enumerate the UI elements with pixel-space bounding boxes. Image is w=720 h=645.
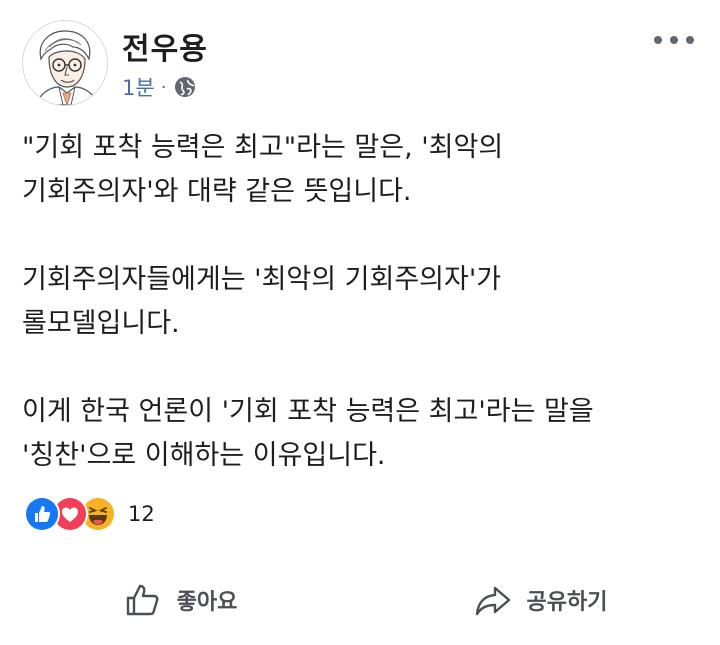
post-meta: 1분 ·	[122, 72, 196, 102]
like-button[interactable]: 좋아요	[0, 570, 360, 630]
more-dot-icon	[670, 36, 678, 44]
divider	[18, 552, 702, 553]
post-body: "기회 포착 능력은 최고"라는 말은, '최악의 기회주의자'와 대략 같은 …	[22, 126, 702, 478]
meta-separator: ·	[160, 76, 167, 98]
like-reaction-icon	[24, 496, 60, 532]
reaction-count: 12	[128, 502, 155, 526]
post-timestamp[interactable]: 1분	[122, 72, 155, 102]
more-dot-icon	[686, 36, 694, 44]
share-button[interactable]: 공유하기	[360, 570, 720, 630]
more-options-button[interactable]	[654, 30, 694, 50]
like-button-label: 좋아요	[176, 590, 238, 615]
post-paragraph: "기회 포착 능력은 최고"라는 말은, '최악의 기회주의자'와 대략 같은 …	[22, 132, 504, 207]
reactions-summary[interactable]: 12	[24, 496, 155, 532]
share-button-label: 공유하기	[526, 590, 608, 615]
share-arrow-icon	[473, 580, 513, 620]
facebook-post: 전우용 1분 · "기회 포착 능력은 최고"라는 말은, '최악의 기회주의자…	[0, 0, 720, 645]
avatar-caricature-icon	[23, 21, 107, 105]
post-paragraph: 기회주의자들에게는 '최악의 기회주의자'가 롤모델입니다.	[22, 264, 502, 339]
post-action-bar: 좋아요 공유하기	[0, 570, 720, 630]
author-name[interactable]: 전우용	[122, 24, 208, 68]
post-paragraph: 이게 한국 언론이 '기회 포착 능력은 최고'라는 말을 '칭찬'으로 이해하…	[22, 396, 594, 471]
more-dot-icon	[654, 36, 662, 44]
globe-icon	[174, 76, 196, 98]
author-avatar[interactable]	[22, 20, 108, 106]
thumbs-up-icon	[123, 580, 163, 620]
reaction-icons	[24, 496, 116, 532]
